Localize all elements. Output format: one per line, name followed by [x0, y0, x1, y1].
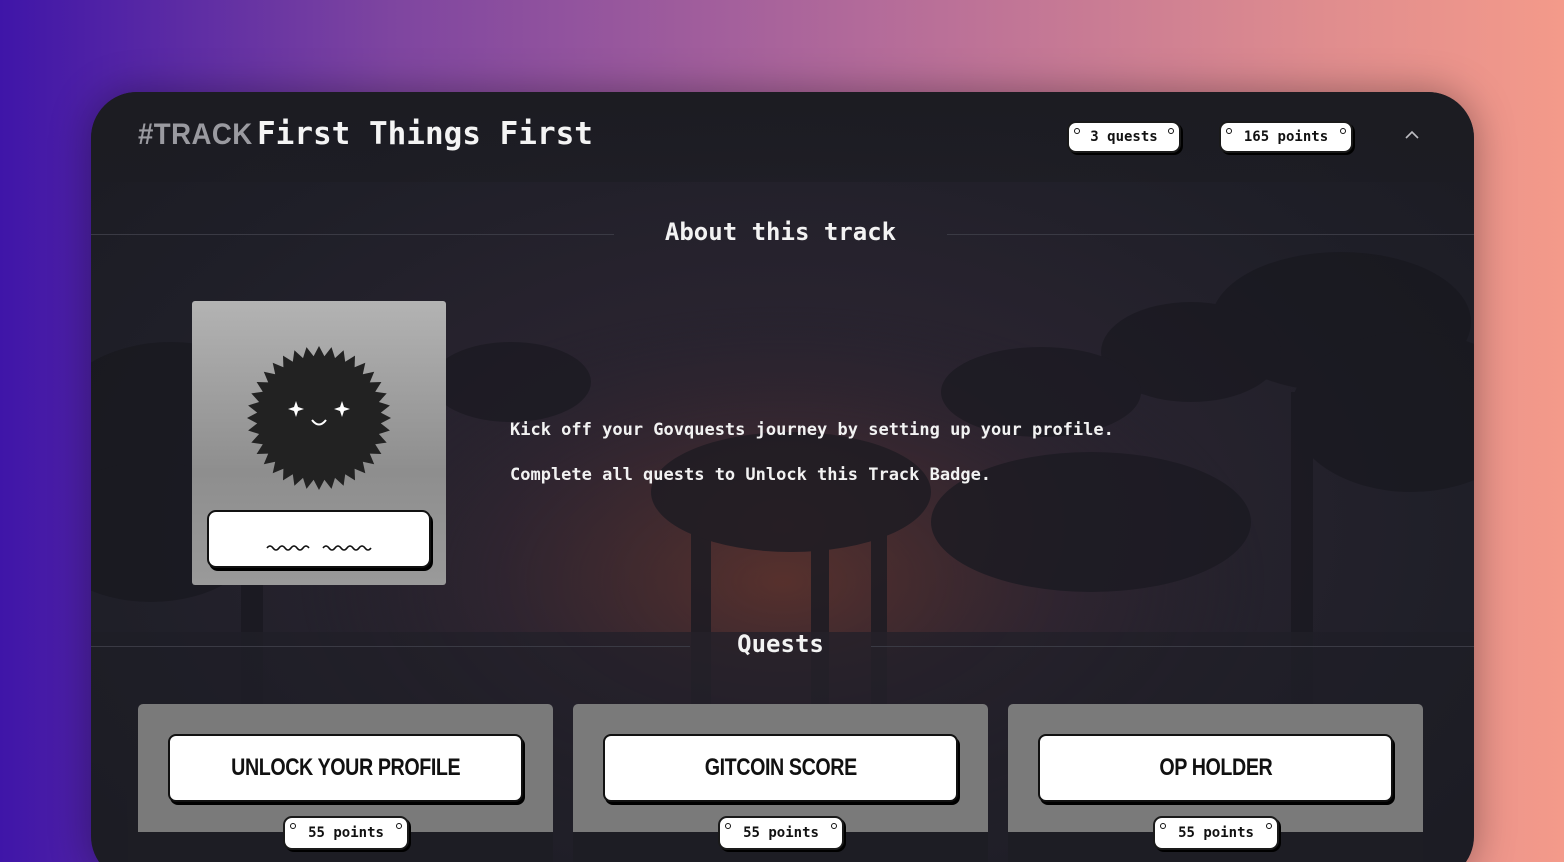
quest-card-unlock-your-profile[interactable]: UNLOCK YOUR PROFILE 55 points — [138, 704, 553, 862]
quest-card-op-holder[interactable]: OP HOLDER 55 points — [1008, 704, 1423, 862]
quests-count-badge: 3 quests — [1067, 121, 1181, 153]
pill-rivet-icon — [831, 823, 837, 829]
track-points-badge: 165 points — [1219, 121, 1353, 153]
track-badge-card — [192, 301, 446, 585]
chevron-up-icon[interactable] — [1402, 128, 1422, 142]
quest-title-button[interactable]: GITCOIN SCORE — [603, 734, 958, 802]
quest-title-button[interactable]: OP HOLDER — [1038, 734, 1393, 802]
quest-title-button[interactable]: UNLOCK YOUR PROFILE — [168, 734, 523, 802]
pill-rivet-icon — [1226, 128, 1232, 134]
track-tag: #TRACK — [138, 118, 253, 151]
quest-points-badge: 55 points — [1153, 816, 1279, 850]
track-points-label: 165 points — [1243, 129, 1329, 145]
pill-rivet-icon — [1266, 823, 1272, 829]
pill-rivet-icon — [1160, 823, 1166, 829]
pill-rivet-icon — [396, 823, 402, 829]
section-divider — [91, 234, 614, 235]
quest-points-badge: 55 points — [718, 816, 844, 850]
quests-heading: Quests — [737, 630, 824, 658]
spiky-mascot-icon — [247, 346, 391, 490]
quest-points-label: 55 points — [743, 825, 819, 841]
pill-rivet-icon — [1168, 128, 1174, 134]
quests-count-label: 3 quests — [1090, 129, 1158, 145]
track-header[interactable]: #TRACK First Things First 3 quests 165 p… — [91, 92, 1474, 182]
pill-rivet-icon — [725, 823, 731, 829]
quest-points-badge: 55 points — [283, 816, 409, 850]
track-panel: #TRACK First Things First 3 quests 165 p… — [91, 92, 1474, 862]
section-divider — [871, 646, 1474, 647]
description-line: Complete all quests to Unlock this Track… — [510, 465, 992, 485]
track-description: Kick off your Govquests journey by setti… — [510, 408, 1310, 498]
track-title: First Things First — [257, 116, 593, 152]
section-divider — [947, 234, 1474, 235]
pill-rivet-icon — [290, 823, 296, 829]
pill-rivet-icon — [1340, 128, 1346, 134]
about-heading: About this track — [664, 218, 897, 246]
pill-rivet-icon — [1074, 128, 1080, 134]
scribble-signature-icon — [266, 545, 372, 551]
description-line: Kick off your Govquests journey by setti… — [510, 420, 1114, 440]
quest-points-label: 55 points — [1178, 825, 1254, 841]
quest-card-gitcoin-score[interactable]: GITCOIN SCORE 55 points — [573, 704, 988, 862]
quest-points-label: 55 points — [308, 825, 384, 841]
badge-name-plate — [207, 510, 431, 568]
section-divider — [91, 646, 690, 647]
page-background: #TRACK First Things First 3 quests 165 p… — [0, 0, 1564, 862]
